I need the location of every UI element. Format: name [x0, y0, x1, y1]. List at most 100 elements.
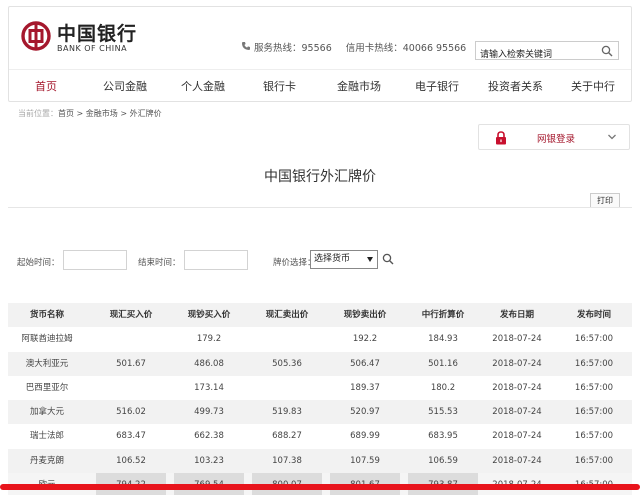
print-button[interactable]: 打印: [590, 193, 620, 208]
table-cell: 16:57:00: [574, 334, 614, 345]
table-cell: 499.73: [194, 407, 224, 418]
table-cell: 683.47: [116, 431, 146, 442]
table-cell: [96, 376, 166, 400]
nav-home[interactable]: 首页: [35, 78, 57, 94]
end-time-label: 结束时间：: [138, 258, 181, 268]
table-cell: 505.36: [272, 358, 302, 369]
table-cell: 16:57:00: [574, 431, 614, 442]
currency-select-value: 选择货币: [314, 254, 351, 264]
table-cell: 506.47: [350, 358, 380, 369]
nav-ebanking[interactable]: 电子银行: [415, 78, 459, 94]
bank-logo[interactable]: 中国银行 BANK OF CHINA: [21, 19, 151, 59]
breadcrumb-sep: >: [74, 109, 86, 118]
table-cell: 瑞士法郎: [29, 431, 64, 442]
currency-select[interactable]: 选择货币: [310, 250, 378, 269]
table-cell: 501.16: [428, 358, 458, 369]
column-header: 现汇买入价: [109, 310, 153, 320]
nav-cards[interactable]: 银行卡: [263, 78, 296, 94]
table-cell: 689.99: [350, 431, 380, 442]
site-header: 中国银行 BANK OF CHINA 服务热线：95566 信用卡热线：40066…: [8, 6, 632, 102]
table-cell: 16:57:00: [574, 358, 614, 369]
breadcrumb-sep: >: [117, 109, 130, 118]
table-cell: [252, 376, 322, 400]
nav-about[interactable]: 关于中行: [571, 78, 615, 94]
search-icon[interactable]: [382, 253, 394, 265]
table-cell: [96, 327, 166, 351]
logo-text-en: BANK OF CHINA: [57, 44, 128, 53]
nav-markets[interactable]: 金融市场: [337, 78, 381, 94]
table-cell: 106.59: [428, 455, 458, 466]
nav-corporate[interactable]: 公司金融: [103, 78, 147, 94]
table-row: 丹麦克朗 106.52 103.23 107.38 107.59 106.59 …: [8, 448, 632, 474]
table-cell: 662.38: [194, 431, 224, 442]
table-cell: 2018-07-24: [492, 334, 542, 345]
table-cell: 103.23: [194, 455, 224, 466]
column-header: 发布日期: [499, 310, 534, 320]
table-cell: 2018-07-24: [492, 455, 542, 466]
dropdown-arrow-icon: [367, 257, 373, 262]
table-cell: 加拿大元: [29, 407, 64, 418]
table-cell: [252, 327, 322, 351]
end-time-input[interactable]: [184, 250, 248, 270]
table-cell: 683.95: [428, 431, 458, 442]
table-cell: 丹麦克朗: [29, 455, 64, 466]
page-title: 中国银行外汇牌价: [264, 169, 376, 185]
highlight-underline: [0, 484, 640, 490]
table-cell: 184.93: [428, 334, 458, 345]
table-cell: 516.02: [116, 407, 146, 418]
lock-icon: [496, 131, 506, 145]
table-cell: 515.53: [428, 407, 458, 418]
table-cell: 179.2: [196, 334, 222, 345]
search-input[interactable]: [476, 46, 594, 64]
service-hotline-number: 95566: [301, 43, 332, 54]
phone-icon: [242, 42, 250, 50]
main-nav: 首页 公司金融 个人金融 银行卡 金融市场 电子银行 投资者关系 关于中行: [9, 69, 631, 101]
service-hotline-label: 服务热线：: [254, 43, 302, 54]
table-cell: 180.2: [430, 382, 456, 393]
start-time-label: 起始时间：: [17, 258, 60, 268]
table-header-row: 货币名称 现汇买入价 现钞买入价 现汇卖出价 现钞卖出价 中行折算价 发布日期 …: [8, 303, 632, 328]
table-cell: 2018-07-24: [492, 382, 542, 393]
nav-investor-relations[interactable]: 投资者关系: [488, 78, 543, 94]
table-cell: 520.97: [350, 407, 380, 418]
chevron-down-icon: [608, 134, 616, 140]
table-cell: 16:57:00: [574, 455, 614, 466]
site-search: [475, 41, 619, 64]
table-cell: 192.2: [352, 334, 378, 345]
ebank-login-button[interactable]: 网银登录: [478, 124, 630, 150]
breadcrumb-item-markets[interactable]: 金融市场: [86, 109, 118, 118]
table-cell: 106.52: [116, 455, 146, 466]
card-hotline-label: 信用卡热线：: [345, 43, 403, 54]
breadcrumb-item-forex: 外汇牌价: [129, 109, 162, 118]
table-cell: 2018-07-24: [492, 358, 542, 369]
table-cell: 173.14: [194, 382, 224, 393]
table-cell: 189.37: [350, 382, 380, 393]
hotlines: 服务热线：95566 信用卡热线：40066 95566: [241, 40, 466, 54]
divider: [8, 207, 632, 208]
table-row: 澳大利亚元 501.67 486.08 505.36 506.47 501.16…: [8, 351, 632, 376]
logo-text-cn: 中国银行: [57, 23, 138, 45]
table-cell: 519.83: [272, 407, 302, 418]
nav-personal[interactable]: 个人金融: [181, 78, 225, 94]
start-time-input[interactable]: [63, 250, 127, 270]
breadcrumb-prefix: 当前位置：: [18, 109, 58, 118]
column-header: 现汇卖出价: [265, 310, 309, 320]
table-cell: 107.59: [350, 455, 380, 466]
table-cell: 16:57:00: [574, 407, 614, 418]
card-hotline-number: 40066 95566: [402, 43, 467, 54]
table-cell: 2018-07-24: [492, 431, 542, 442]
table-cell: 501.67: [116, 358, 146, 369]
forex-rate-table: 货币名称 现汇买入价 现钞买入价 现汇卖出价 现钞卖出价 中行折算价 发布日期 …: [8, 303, 632, 495]
search-icon[interactable]: [601, 45, 613, 57]
table-cell: 486.08: [194, 358, 224, 369]
column-header: 现钞卖出价: [343, 310, 387, 320]
column-header: 货币名称: [29, 310, 64, 320]
column-header: 现钞买入价: [187, 310, 231, 320]
bank-of-china-logo-icon: [21, 21, 51, 51]
column-header: 发布时间: [576, 310, 611, 320]
table-row: 瑞士法郎 683.47 662.38 688.27 689.99 683.95 …: [8, 424, 632, 448]
breadcrumb-item-home[interactable]: 首页: [58, 109, 74, 118]
filter-bar: 起始时间： 结束时间： 牌价选择： 选择货币: [0, 248, 640, 272]
table-row: 巴西里亚尔 173.14 189.37 180.2 2018-07-24 16:…: [8, 376, 632, 400]
table-cell: 688.27: [272, 431, 302, 442]
